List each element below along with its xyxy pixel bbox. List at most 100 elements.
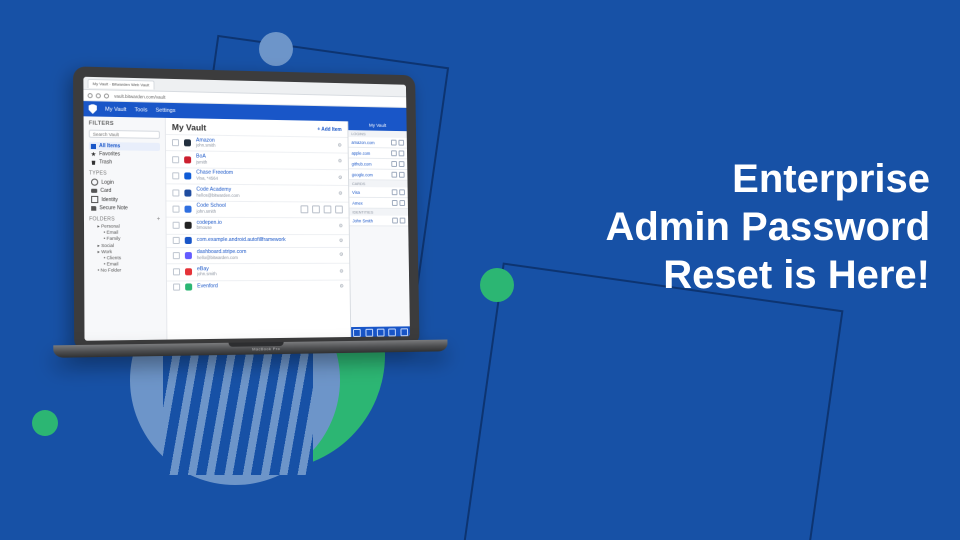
ext-launch-icon[interactable] bbox=[399, 189, 405, 195]
row-subtitle: john.smith bbox=[197, 272, 217, 277]
ext-copy-icon[interactable] bbox=[391, 172, 397, 178]
ext-item[interactable]: Amex bbox=[349, 198, 408, 209]
row-subtitle: hello@bitwarden.com bbox=[197, 256, 247, 261]
nav-vault[interactable]: My Vault bbox=[105, 106, 126, 112]
copy-user-icon[interactable] bbox=[301, 206, 309, 214]
row-subtitle: jsmith bbox=[196, 160, 207, 165]
row-title: com.example.android.autofillframework bbox=[197, 238, 286, 244]
more-icon[interactable] bbox=[335, 206, 343, 214]
row-gear-icon[interactable]: ⚙ bbox=[339, 252, 343, 258]
ext-tab-icon[interactable] bbox=[353, 329, 361, 337]
sidebar-label-fav: Favorites bbox=[99, 151, 120, 157]
row-gear-icon[interactable]: ⚙ bbox=[339, 223, 343, 229]
row-gear-icon[interactable]: ⚙ bbox=[338, 142, 342, 148]
row-checkbox[interactable] bbox=[172, 139, 179, 146]
row-checkbox[interactable] bbox=[173, 269, 180, 276]
ext-launch-icon[interactable] bbox=[399, 172, 405, 178]
promo-stage: Enterprise Admin Password Reset is Here!… bbox=[0, 0, 960, 540]
site-favicon bbox=[184, 189, 191, 196]
back-icon[interactable] bbox=[88, 93, 93, 98]
vault-row[interactable]: eBayjohn.smith⚙ bbox=[167, 263, 350, 280]
ext-item[interactable]: John Smith bbox=[350, 215, 409, 226]
sidebar-item-trash[interactable]: Trash bbox=[89, 158, 160, 167]
ext-item[interactable]: github.com bbox=[349, 159, 408, 170]
ext-launch-icon[interactable] bbox=[399, 161, 405, 167]
types-label: TYPES bbox=[89, 170, 160, 177]
row-gear-icon[interactable]: ⚙ bbox=[339, 238, 343, 244]
ext-item[interactable]: amazon.com bbox=[348, 137, 407, 149]
site-favicon bbox=[185, 283, 192, 290]
ext-launch-icon[interactable] bbox=[399, 150, 405, 156]
ext-send-icon[interactable] bbox=[377, 329, 385, 337]
ext-copy-icon[interactable] bbox=[391, 161, 397, 167]
ext-copy-icon[interactable] bbox=[391, 140, 397, 146]
add-item-button[interactable]: + Add Item bbox=[317, 127, 341, 133]
deco-square-2 bbox=[461, 263, 844, 540]
ext-launch-icon[interactable] bbox=[399, 200, 405, 206]
row-checkbox[interactable] bbox=[173, 252, 180, 259]
ext-item[interactable]: Visa bbox=[349, 187, 408, 198]
site-favicon bbox=[184, 206, 191, 213]
site-favicon bbox=[185, 237, 192, 244]
note-icon bbox=[91, 206, 96, 211]
sidebar-item-note[interactable]: Secure Note bbox=[89, 204, 160, 213]
id-icon bbox=[91, 196, 98, 203]
vault-row[interactable]: com.example.android.autofillframework ⚙ bbox=[167, 233, 349, 246]
ext-generator-icon[interactable] bbox=[389, 328, 397, 336]
vault-row[interactable]: BoAjsmith⚙ bbox=[166, 150, 348, 169]
laptop-screen: My Vault · Bitwarden Web Vault My Vault … bbox=[83, 77, 410, 341]
extension-tabbar bbox=[351, 326, 410, 339]
site-favicon bbox=[185, 252, 192, 259]
row-checkbox[interactable] bbox=[172, 156, 179, 163]
laptop-lid: My Vault · Bitwarden Web Vault My Vault … bbox=[73, 66, 419, 351]
launch-icon[interactable] bbox=[324, 206, 332, 214]
row-checkbox[interactable] bbox=[173, 283, 180, 290]
star-icon bbox=[91, 152, 96, 157]
site-favicon bbox=[184, 173, 191, 180]
folder-nofolder[interactable]: • No Folder bbox=[89, 268, 161, 275]
ext-item[interactable]: google.com bbox=[349, 169, 408, 180]
row-subtitle: Visa, *4564 bbox=[196, 177, 233, 182]
folders-label: FOLDERS+ bbox=[89, 216, 160, 222]
ext-vault-icon[interactable] bbox=[365, 329, 373, 337]
row-checkbox[interactable] bbox=[172, 172, 179, 179]
card-icon bbox=[91, 189, 97, 193]
row-checkbox[interactable] bbox=[173, 237, 180, 244]
vault-row[interactable]: Evenford⚙ bbox=[167, 279, 350, 293]
cube-icon bbox=[91, 143, 96, 148]
search-input[interactable] bbox=[89, 130, 160, 139]
ext-copy-icon[interactable] bbox=[391, 150, 397, 156]
vault-row[interactable]: Chase FreedomVisa, *4564⚙ bbox=[166, 167, 348, 185]
ext-settings-icon[interactable] bbox=[400, 328, 408, 336]
headline-line-2: Admin Password bbox=[530, 203, 930, 251]
sidebar-item-identity[interactable]: Identity bbox=[89, 195, 160, 205]
copy-pass-icon[interactable] bbox=[312, 206, 320, 214]
row-checkbox[interactable] bbox=[173, 222, 180, 229]
ext-launch-icon[interactable] bbox=[398, 140, 404, 146]
row-gear-icon[interactable]: ⚙ bbox=[339, 268, 343, 274]
ext-copy-icon[interactable] bbox=[392, 218, 398, 224]
reload-icon[interactable] bbox=[104, 93, 109, 98]
ext-item[interactable]: apple.com bbox=[349, 148, 408, 160]
row-gear-icon[interactable]: ⚙ bbox=[338, 159, 342, 165]
shield-icon bbox=[89, 104, 97, 114]
vault-row[interactable]: dashboard.stripe.comhello@bitwarden.com⚙ bbox=[167, 247, 350, 264]
row-checkbox[interactable] bbox=[172, 206, 179, 213]
vault-row[interactable]: codepen.iobmouse⚙ bbox=[167, 217, 349, 234]
row-gear-icon[interactable]: ⚙ bbox=[340, 283, 344, 289]
vault-row[interactable]: Code Schooljohn.smith bbox=[166, 200, 348, 217]
nav-settings[interactable]: Settings bbox=[156, 107, 176, 113]
headline-line-1: Enterprise bbox=[530, 155, 930, 203]
browser-tab[interactable]: My Vault · Bitwarden Web Vault bbox=[87, 78, 154, 89]
trash-icon bbox=[91, 160, 96, 165]
ext-launch-icon[interactable] bbox=[400, 218, 406, 224]
row-gear-icon[interactable]: ⚙ bbox=[338, 191, 342, 197]
row-gear-icon[interactable]: ⚙ bbox=[338, 175, 342, 181]
nav-tools[interactable]: Tools bbox=[134, 107, 147, 113]
add-folder-icon[interactable]: + bbox=[157, 217, 161, 223]
ext-copy-icon[interactable] bbox=[392, 200, 398, 206]
ext-copy-icon[interactable] bbox=[392, 189, 398, 195]
forward-icon[interactable] bbox=[96, 93, 101, 98]
vault-row[interactable]: Code Academyhellos@bitwarden.com⚙ bbox=[166, 184, 348, 202]
row-checkbox[interactable] bbox=[172, 189, 179, 196]
